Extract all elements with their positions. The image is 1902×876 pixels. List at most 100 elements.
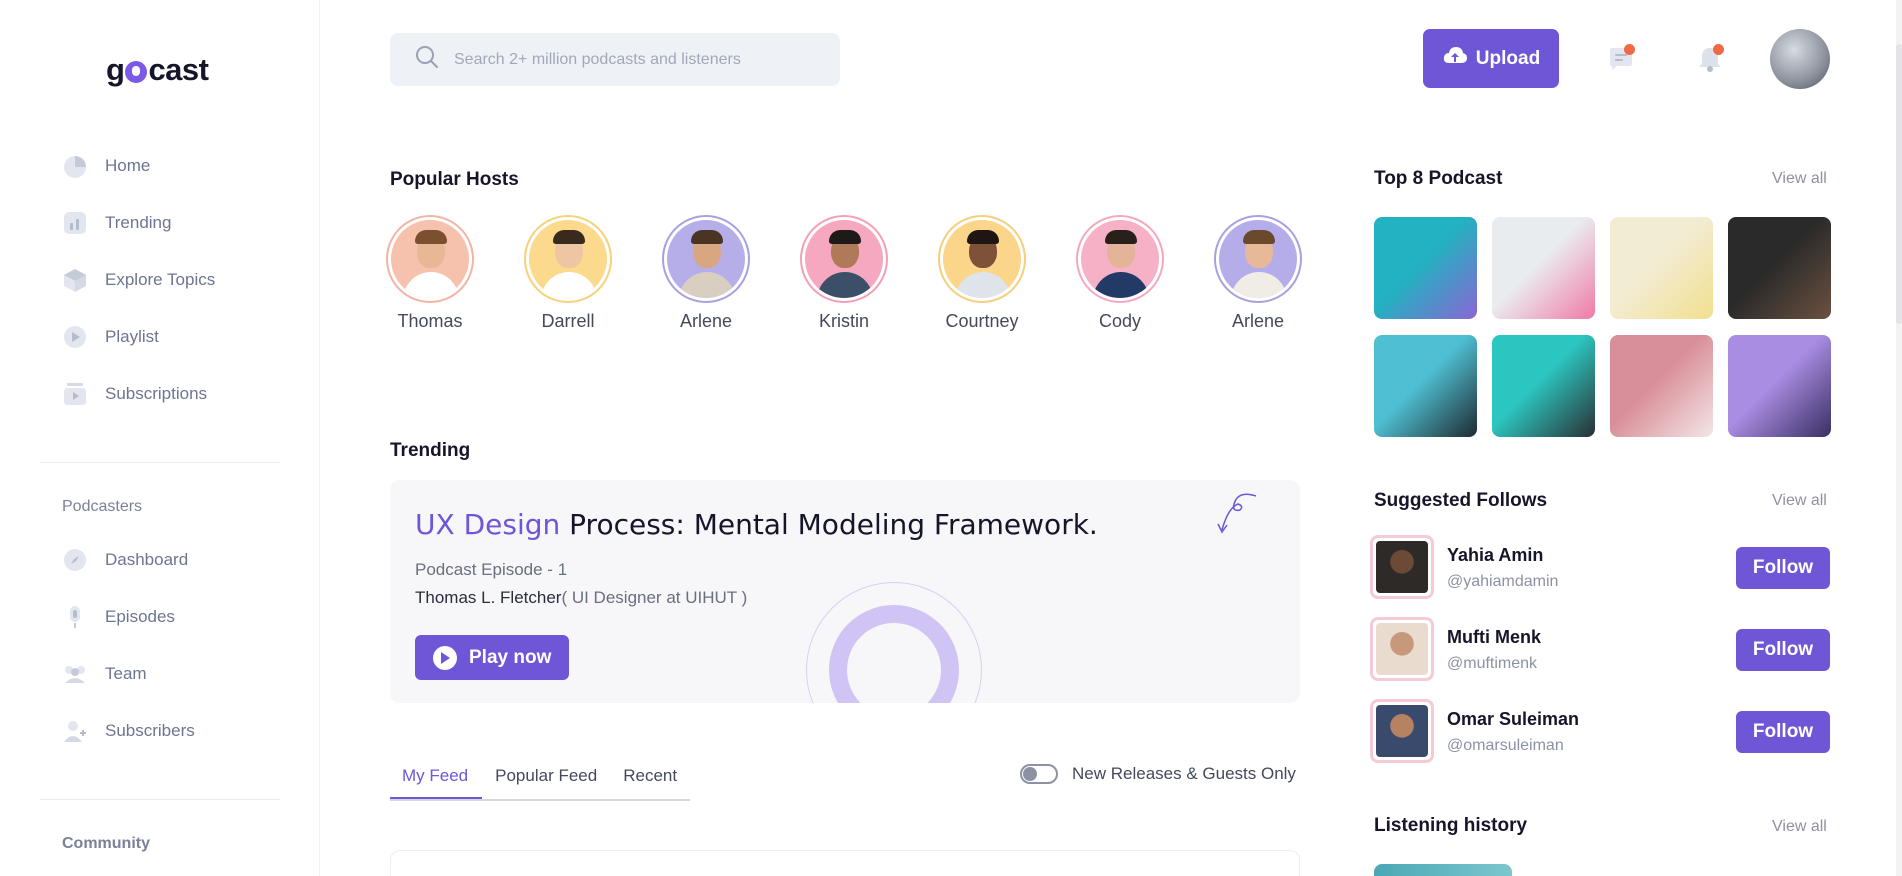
podcasters-nav: Dashboard Episodes Team Subscribers <box>62 531 302 759</box>
host-avatar <box>1081 220 1159 298</box>
listening-history-thumb[interactable] <box>1374 864 1512 876</box>
podcast-thumb-6[interactable] <box>1492 335 1595 437</box>
sidebar-item-playlist[interactable]: Playlist <box>62 308 302 365</box>
sidebar-item-label: Subscribers <box>105 720 195 740</box>
follow-button[interactable]: Follow <box>1736 547 1830 589</box>
host-item[interactable]: Courtney <box>927 215 1037 332</box>
toggle-label: New Releases & Guests Only <box>1072 764 1296 783</box>
gocast-logo[interactable]: g cast <box>106 52 209 88</box>
host-item[interactable]: Kristin <box>789 215 899 332</box>
host-item[interactable]: Arlene <box>1203 215 1313 332</box>
sidebar-item-label: Episodes <box>105 606 175 626</box>
host-name: Kristin <box>818 311 869 331</box>
follow-name[interactable]: Omar Suleiman <box>1447 709 1579 730</box>
follow-button[interactable]: Follow <box>1736 711 1830 753</box>
host-avatar <box>1219 220 1297 298</box>
sidebar-item-label: Explore Topics <box>105 269 216 289</box>
play-now-button[interactable]: Play now <box>415 635 569 680</box>
host-avatar-ring <box>524 215 612 303</box>
podcast-thumb-4[interactable] <box>1728 217 1831 319</box>
notification-dot <box>1713 44 1724 55</box>
suggested-follows-view-all[interactable]: View all <box>1772 492 1827 510</box>
sidebar-item-team[interactable]: Team <box>62 645 302 702</box>
sidebar-item-label: Subscriptions <box>105 383 208 403</box>
host-avatar <box>529 220 607 298</box>
follow-handle: @yahiamdamin <box>1447 573 1559 590</box>
scrollbar[interactable] <box>1896 0 1902 876</box>
listening-history-view-all[interactable]: View all <box>1772 818 1827 836</box>
logo-microphone-icon <box>125 61 148 83</box>
host-avatar <box>667 220 745 298</box>
host-avatar-ring <box>386 215 474 303</box>
curved-arrow-icon <box>1210 490 1260 545</box>
feed-tabs: My Feed Popular Feed Recent <box>390 762 691 801</box>
host-avatar-ring <box>938 215 1026 303</box>
follow-avatar[interactable] <box>1370 617 1434 681</box>
play-circle-icon <box>62 324 88 350</box>
suggested-follow-item: Yahia Amin @yahiamdamin Follow <box>1370 535 1830 601</box>
podcast-thumb-3[interactable] <box>1610 217 1713 319</box>
podcast-thumb-5[interactable] <box>1374 335 1477 437</box>
new-releases-toggle[interactable] <box>1020 764 1058 784</box>
host-item[interactable]: Arlene <box>651 215 761 332</box>
user-avatar[interactable] <box>1770 29 1830 89</box>
podcast-thumb-8[interactable] <box>1728 335 1831 437</box>
play-icon <box>433 645 457 670</box>
follow-name[interactable]: Yahia Amin <box>1447 545 1543 566</box>
decorative-ring <box>806 582 982 703</box>
search-input[interactable] <box>454 50 814 69</box>
follow-handle: @omarsuleiman <box>1447 737 1564 754</box>
host-item[interactable]: Darrell <box>513 215 623 332</box>
host-role: ( UI Designer at UIHUT ) <box>561 588 748 607</box>
follow-avatar[interactable] <box>1370 535 1434 599</box>
subscriptions-icon <box>62 381 88 407</box>
scrollbar-thumb[interactable] <box>1896 44 1902 324</box>
follow-button[interactable]: Follow <box>1736 629 1830 671</box>
trending-card-title: UX Design Process: Mental Modeling Frame… <box>415 508 1098 541</box>
add-user-icon <box>62 718 88 744</box>
search-bar <box>390 33 840 86</box>
top-podcast-view-all[interactable]: View all <box>1772 170 1827 188</box>
podcast-thumb-7[interactable] <box>1610 335 1713 437</box>
host-item[interactable]: Cody <box>1065 215 1175 332</box>
logo-text-end: cast <box>148 52 209 87</box>
follow-avatar[interactable] <box>1370 699 1434 763</box>
host-avatar-ring <box>800 215 888 303</box>
podcast-thumb-2[interactable] <box>1492 217 1595 319</box>
follow-name[interactable]: Mufti Menk <box>1447 627 1541 648</box>
upload-label: Upload <box>1475 47 1541 69</box>
podcasters-section-title: Podcasters <box>62 498 143 515</box>
sidebar-divider <box>40 462 280 463</box>
tab-popular-feed[interactable]: Popular Feed <box>482 762 610 799</box>
host-avatar-ring <box>1076 215 1164 303</box>
host-item[interactable]: Thomas <box>375 215 485 332</box>
sidebar-item-subscriptions[interactable]: Subscriptions <box>62 365 302 422</box>
upload-button[interactable]: Upload <box>1423 29 1559 88</box>
suggested-follows-title: Suggested Follows <box>1374 490 1548 511</box>
sidebar-item-explore-topics[interactable]: Explore Topics <box>62 251 302 308</box>
host-name: Arlene <box>1231 311 1285 331</box>
feed-card[interactable] <box>390 850 1300 876</box>
new-releases-toggle-row: New Releases & Guests Only <box>1020 764 1296 784</box>
episode-label: Podcast Episode - 1 <box>415 560 568 579</box>
trending-card[interactable]: UX Design Process: Mental Modeling Frame… <box>390 480 1300 703</box>
sidebar-item-dashboard[interactable]: Dashboard <box>62 531 302 588</box>
sidebar-item-home[interactable]: Home <box>62 137 302 194</box>
bell-icon[interactable] <box>1695 44 1725 74</box>
pie-chart-icon <box>62 153 88 179</box>
sidebar-item-episodes[interactable]: Episodes <box>62 588 302 645</box>
tab-recent[interactable]: Recent <box>610 762 690 799</box>
tab-my-feed[interactable]: My Feed <box>390 762 483 799</box>
sidebar-item-subscribers[interactable]: Subscribers <box>62 702 302 759</box>
chat-icon[interactable] <box>1606 44 1636 74</box>
play-now-label: Play now <box>469 646 552 668</box>
trending-title-accent: UX Design <box>415 508 561 541</box>
podcast-thumb-1[interactable] <box>1374 217 1477 319</box>
cloud-upload-icon <box>1442 45 1468 73</box>
listening-history-title: Listening history <box>1374 815 1528 836</box>
trending-title: Trending <box>390 440 471 461</box>
host-name: Thomas <box>397 311 463 331</box>
sidebar-item-trending[interactable]: Trending <box>62 194 302 251</box>
top-podcast-grid <box>1374 217 1831 437</box>
team-icon <box>62 661 88 687</box>
